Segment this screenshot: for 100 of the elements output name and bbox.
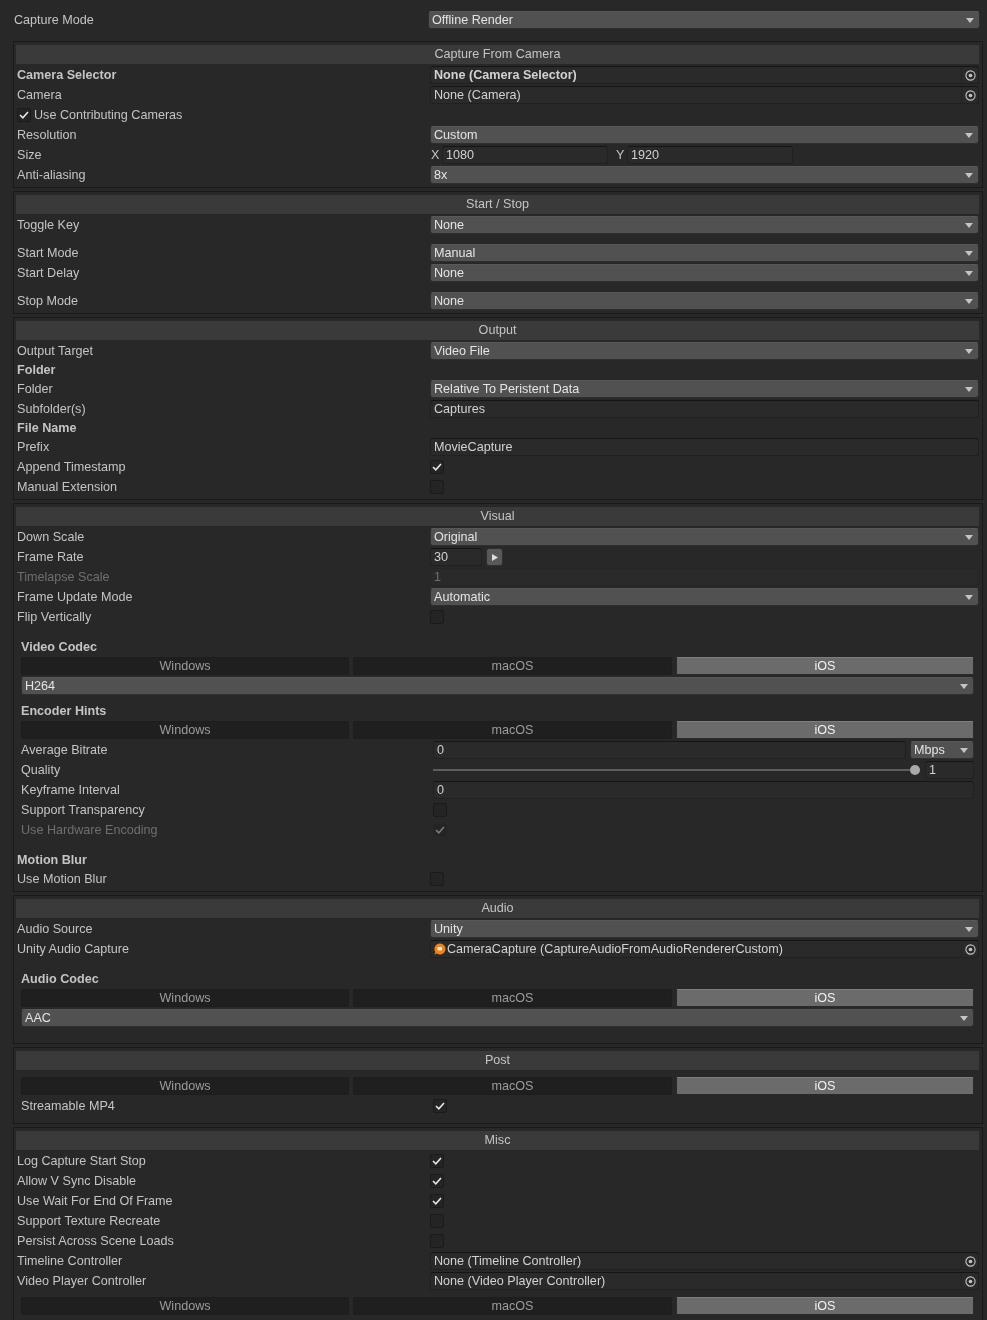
group-heading: Video Codec	[21, 639, 98, 655]
object-field[interactable]: None (Camera)	[430, 86, 979, 104]
section-header: Capture From Camera	[16, 45, 979, 64]
field-label: Manual Extension	[17, 479, 119, 496]
caret-icon	[965, 270, 973, 276]
caret-icon	[965, 386, 973, 392]
dropdown[interactable]: AAC	[21, 1009, 974, 1027]
number-field[interactable]: 1080	[442, 146, 608, 164]
field-label: Subfolder(s)	[17, 401, 87, 418]
checkmark-icon	[432, 1157, 442, 1165]
dropdown[interactable]: Original	[430, 528, 979, 546]
platform-tab[interactable]: Windows	[21, 1077, 349, 1095]
section-header: Start / Stop	[16, 195, 979, 214]
object-field[interactable]: None (Video Player Controller)	[430, 1272, 979, 1290]
number-field[interactable]: 1	[925, 761, 974, 779]
object-field[interactable]: None (Timeline Controller)	[430, 1252, 979, 1270]
text-field[interactable]: 0	[433, 781, 974, 799]
dropdown[interactable]: Video File	[430, 342, 979, 360]
field-label: Prefix	[17, 439, 51, 456]
dropdown[interactable]: 8x	[430, 166, 979, 184]
object-field[interactable]: None (Camera Selector)	[430, 66, 979, 84]
platform-tab[interactable]: macOS	[353, 1077, 672, 1095]
field-label: Toggle Key	[17, 217, 81, 234]
unit-dropdown[interactable]: Mbps	[910, 741, 974, 759]
platform-tab[interactable]: iOS	[676, 989, 974, 1007]
number-field[interactable]: 1920	[627, 146, 793, 164]
platform-tab[interactable]: macOS	[353, 657, 672, 675]
dropdown[interactable]: None	[430, 264, 979, 282]
field-label: Frame Rate	[17, 549, 85, 566]
dropdown[interactable]: Automatic	[430, 588, 979, 606]
text-field[interactable]: MovieCapture	[430, 438, 979, 456]
checkbox[interactable]	[433, 1099, 447, 1113]
dropdown[interactable]: Manual	[430, 244, 979, 262]
checkmark-icon	[435, 1102, 445, 1110]
target-icon[interactable]	[964, 1275, 976, 1287]
field-label: Log Capture Start Stop	[17, 1153, 147, 1170]
axis-label: Y	[615, 147, 626, 164]
caret-icon	[960, 747, 968, 753]
platform-tab[interactable]: macOS	[353, 721, 672, 739]
platform-tab[interactable]: iOS	[676, 1297, 974, 1315]
field-label: Frame Update Mode	[17, 589, 134, 606]
target-icon[interactable]	[964, 943, 976, 955]
field-label: Persist Across Scene Loads	[17, 1233, 175, 1250]
text-field[interactable]: Captures	[430, 400, 979, 418]
field-label: Size	[17, 147, 43, 164]
checkbox[interactable]	[17, 108, 31, 122]
number-field[interactable]: 0	[433, 741, 906, 759]
field-label: Camera	[17, 87, 63, 104]
checkbox[interactable]	[430, 1174, 444, 1188]
toggle-label: Use Contributing Cameras	[34, 107, 183, 124]
platform-tab[interactable]: Windows	[21, 657, 349, 675]
group-heading: Folder	[17, 362, 56, 378]
caret-icon	[965, 534, 973, 540]
object-field[interactable]: CameraCapture (CaptureAudioFromAudioRendererCustom)	[430, 940, 979, 958]
dropdown[interactable]: H264	[21, 677, 974, 695]
slider-thumb[interactable]	[910, 765, 920, 775]
dropdown[interactable]: Unity	[430, 920, 979, 938]
checkmark-icon	[432, 463, 442, 471]
platform-tab[interactable]: Windows	[21, 989, 349, 1007]
target-icon[interactable]	[964, 1255, 976, 1267]
dropdown[interactable]: Relative To Peristent Data	[430, 380, 979, 398]
number-field[interactable]: 30	[430, 548, 482, 566]
section-header: Audio	[16, 899, 979, 918]
caret-icon	[965, 250, 973, 256]
caret-icon	[965, 594, 973, 600]
target-icon[interactable]	[964, 69, 976, 81]
field-label: Use Wait For End Of Frame	[17, 1193, 174, 1210]
dropdown[interactable]: None	[430, 216, 979, 234]
section-header: Output	[16, 321, 979, 340]
checkbox[interactable]	[430, 1154, 444, 1168]
checkbox[interactable]	[430, 460, 444, 474]
speech-bubble-icon	[434, 943, 446, 955]
field-label: Keyframe Interval	[21, 782, 121, 799]
target-icon[interactable]	[964, 89, 976, 101]
platform-tab[interactable]: macOS	[353, 1297, 672, 1315]
caret-icon	[960, 683, 968, 689]
platform-tab[interactable]: iOS	[676, 721, 974, 739]
field-label: Resolution	[17, 127, 78, 144]
field-label: Down Scale	[17, 529, 86, 546]
dropdown[interactable]: Custom	[430, 126, 979, 144]
dropdown[interactable]: None	[430, 292, 979, 310]
checkbox[interactable]	[430, 1194, 444, 1208]
checkmark-icon	[432, 1177, 442, 1185]
platform-tab[interactable]: Windows	[21, 1297, 349, 1315]
platform-tab[interactable]: iOS	[676, 657, 974, 675]
field-label: Video Player Controller	[17, 1273, 148, 1290]
caret-icon	[965, 348, 973, 354]
dropdown[interactable]: Offline Render	[428, 11, 980, 29]
checkmark-icon	[432, 1197, 442, 1205]
play-button[interactable]	[486, 548, 503, 566]
field-label: Quality	[21, 762, 62, 779]
field-label: Use Hardware Encoding	[21, 822, 159, 839]
field-label: Output Target	[17, 343, 95, 360]
platform-tab[interactable]: iOS	[676, 1077, 974, 1095]
field-label: Stop Mode	[17, 293, 79, 310]
caret-icon	[965, 926, 973, 932]
group-heading: File Name	[17, 420, 77, 436]
platform-tab[interactable]: macOS	[353, 989, 672, 1007]
checkmark-icon	[435, 826, 445, 834]
platform-tab[interactable]: Windows	[21, 721, 349, 739]
